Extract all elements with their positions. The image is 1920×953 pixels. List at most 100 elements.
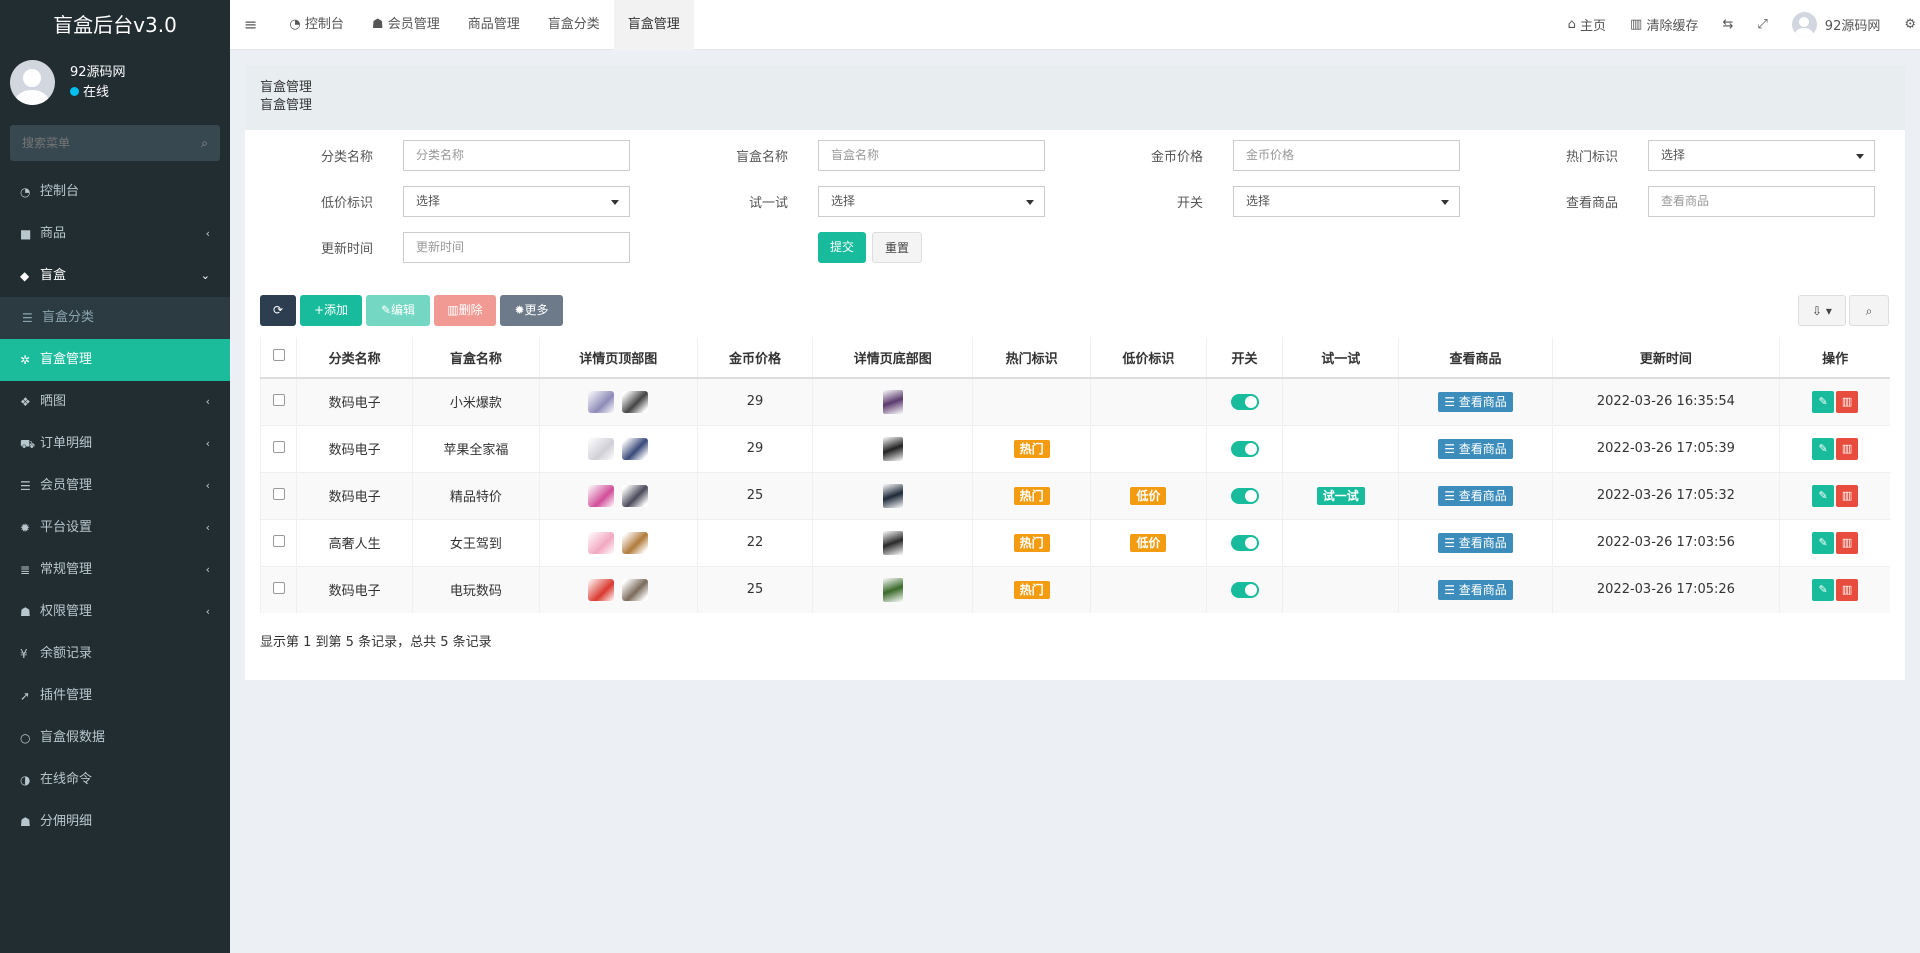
filter-try-select[interactable]: 选择 (818, 186, 1045, 217)
search-icon[interactable]: ⌕ (201, 136, 208, 151)
table-row[interactable]: 数码电子 电玩数码 25 热门 ☰ 查看商品 2022-03-26 17:05:26 ✎ ▥ (259, 565, 1890, 613)
sidebar-item-11[interactable]: ¥ 余额记录 (0, 633, 230, 675)
sidebar-item-9[interactable]: ≣ 常规管理 ‹ (0, 549, 230, 591)
row-edit-button[interactable]: ✎ (1812, 390, 1835, 413)
row-edit-button[interactable]: ✎ (1812, 437, 1835, 460)
column-header[interactable]: 盲盒名称 (412, 337, 540, 379)
tab-3[interactable]: 盲盒分类 (534, 0, 614, 50)
row-delete-button[interactable]: ▥ (1836, 578, 1859, 601)
user-menu[interactable]: 92源码网 (1780, 12, 1893, 37)
fullscreen-icon[interactable]: ⤢ (1745, 17, 1779, 32)
switch-toggle[interactable] (1230, 393, 1259, 410)
row-edit-button[interactable]: ✎ (1812, 578, 1835, 601)
sidebar-item-14[interactable]: ◑ 在线命令 (0, 759, 230, 801)
row-checkbox[interactable] (272, 534, 285, 547)
row-delete-button[interactable]: ▥ (1836, 531, 1859, 554)
submit-button[interactable]: 提交 (818, 232, 867, 263)
table-row[interactable]: 数码电子 小米爆款 29 ☰ 查看商品 2022-03-26 16:35:54 ✎ ▥ (259, 377, 1890, 425)
sidebar-item-6[interactable]: ⛟ 订单明细 ‹ (0, 423, 230, 465)
app-logo[interactable]: 盲盒后台v3.0 (0, 0, 230, 50)
top-image[interactable] (622, 437, 649, 460)
bottom-image[interactable] (882, 483, 903, 508)
edit-button[interactable]: ✎编辑 (366, 295, 430, 326)
row-edit-button[interactable]: ✎ (1812, 531, 1835, 554)
refresh-button[interactable]: ⟳ (260, 295, 296, 326)
row-checkbox[interactable] (272, 581, 285, 594)
filter-updated-input[interactable]: 更新时间 (403, 232, 630, 263)
row-checkbox[interactable] (272, 393, 285, 406)
column-header[interactable]: 分类名称 (296, 337, 413, 379)
column-header[interactable]: 开关 (1205, 337, 1283, 379)
filter-name-input[interactable]: 盲盒名称 (818, 140, 1045, 171)
switch-toggle[interactable] (1230, 581, 1259, 598)
filter-switch-select[interactable]: 选择 (1233, 186, 1460, 217)
sidebar-item-1[interactable]: ■ 商品 ‹ (0, 213, 230, 255)
sidebar-item-13[interactable]: ○ 盲盒假数据 (0, 717, 230, 759)
tab-1[interactable]: ☗ 会员管理 (358, 0, 454, 50)
row-delete-button[interactable]: ▥ (1836, 390, 1859, 413)
column-header[interactable]: 低价标识 (1089, 337, 1207, 379)
filter-goods-input[interactable]: 查看商品 (1648, 186, 1875, 217)
sidebar-item-3[interactable]: ☰ 盲盒分类 (0, 297, 230, 339)
top-image[interactable] (588, 390, 615, 413)
add-button[interactable]: +添加 (300, 295, 362, 326)
column-header[interactable]: 详情页底部图 (812, 337, 973, 379)
tab-0[interactable]: ◔ 控制台 (275, 0, 358, 50)
sidebar-item-15[interactable]: ☗ 分佣明细 (0, 801, 230, 843)
row-edit-button[interactable]: ✎ (1812, 484, 1835, 507)
row-delete-button[interactable]: ▥ (1836, 437, 1859, 460)
reset-button[interactable]: 重置 (872, 232, 923, 263)
export-button[interactable]: ⇩ ▾ (1798, 295, 1846, 326)
column-header[interactable]: 热门标识 (972, 337, 1091, 379)
sidebar-item-2[interactable]: ◆ 盲盒 ⌄ (0, 255, 230, 297)
delete-button[interactable]: ▥删除 (434, 295, 496, 326)
table-row[interactable]: 数码电子 苹果全家福 29 热门 ☰ 查看商品 2022-03-26 17:05:39 ✎ ▥ (259, 424, 1890, 472)
top-image[interactable] (622, 531, 649, 554)
view-goods-button[interactable]: ☰ 查看商品 (1438, 485, 1513, 506)
bottom-image[interactable] (882, 436, 903, 461)
top-image[interactable] (622, 390, 649, 413)
top-image[interactable] (622, 578, 649, 601)
more-button[interactable]: ✹更多 (500, 295, 563, 326)
sidebar-item-7[interactable]: ☰ 会员管理 ‹ (0, 465, 230, 507)
home-link[interactable]: ⌂ 主页 (1556, 15, 1618, 34)
sidebar-item-0[interactable]: ◔ 控制台 (0, 171, 230, 213)
filter-category-input[interactable]: 分类名称 (403, 140, 630, 171)
tab-4[interactable]: 盲盒管理 (613, 0, 694, 50)
view-goods-button[interactable]: ☰ 查看商品 (1438, 532, 1513, 553)
language-icon[interactable]: ⇆ (1710, 17, 1745, 32)
column-header[interactable]: 试一试 (1282, 337, 1399, 379)
column-header[interactable]: 查看商品 (1398, 337, 1553, 379)
switch-toggle[interactable] (1230, 440, 1259, 457)
top-image[interactable] (622, 484, 649, 507)
sidebar-item-4[interactable]: ✲ 盲盒管理 (0, 339, 230, 381)
filter-hot-select[interactable]: 选择 (1648, 140, 1875, 171)
filter-price-input[interactable]: 金币价格 (1233, 140, 1460, 171)
table-row[interactable]: 高奢人生 女王驾到 22 热门 低价 ☰ 查看商品 2022-03-26 17:03:56 ✎… (259, 518, 1890, 566)
settings-gear-icon[interactable]: ⚙ (1892, 17, 1916, 32)
menu-toggle-icon[interactable]: ≡ (230, 0, 275, 50)
top-image[interactable] (588, 531, 615, 554)
menu-search-input[interactable] (22, 136, 182, 150)
filter-low-select[interactable]: 选择 (403, 186, 630, 217)
top-image[interactable] (588, 578, 615, 601)
tab-2[interactable]: 商品管理 (454, 0, 534, 50)
switch-toggle[interactable] (1230, 534, 1259, 551)
view-goods-button[interactable]: ☰ 查看商品 (1438, 438, 1513, 459)
column-header[interactable]: 操作 (1779, 337, 1890, 379)
sidebar-item-12[interactable]: ➚ 插件管理 (0, 675, 230, 717)
column-header[interactable]: 详情页顶部图 (538, 337, 698, 379)
select-all-checkbox[interactable] (272, 349, 285, 361)
clear-cache-link[interactable]: ▥ 清除缓存 (1618, 15, 1710, 34)
row-checkbox[interactable] (272, 440, 285, 453)
row-checkbox[interactable] (272, 487, 285, 500)
column-header[interactable]: 金币价格 (696, 337, 813, 379)
bottom-image[interactable] (882, 577, 903, 602)
bottom-image[interactable] (882, 530, 903, 555)
bottom-image[interactable] (882, 389, 903, 414)
top-image[interactable] (588, 437, 615, 460)
table-search-button[interactable]: ⌕ (1849, 295, 1889, 326)
column-header[interactable]: 更新时间 (1551, 337, 1780, 379)
view-goods-button[interactable]: ☰ 查看商品 (1438, 391, 1513, 412)
view-goods-button[interactable]: ☰ 查看商品 (1438, 579, 1513, 600)
